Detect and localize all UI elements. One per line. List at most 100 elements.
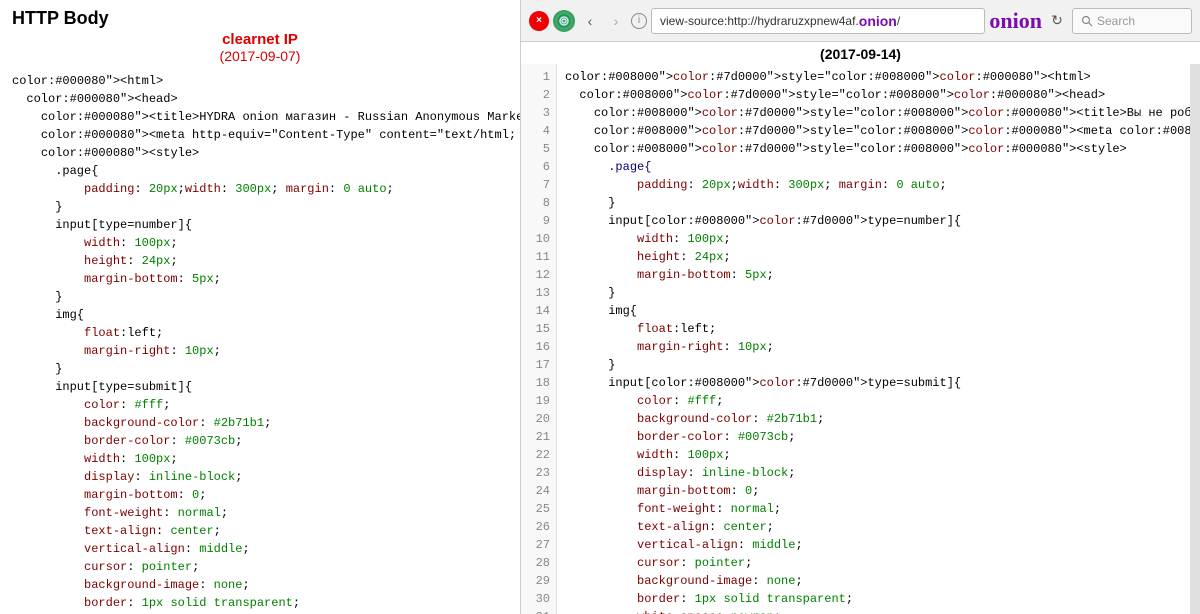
- search-icon: [1081, 15, 1093, 27]
- info-button[interactable]: i: [631, 13, 647, 29]
- line-number: 24: [521, 482, 550, 500]
- left-code-line: cursor: pointer;: [12, 558, 508, 576]
- line-number: 18: [521, 374, 550, 392]
- left-code-line: display: inline-block;: [12, 468, 508, 486]
- line-number: 13: [521, 284, 550, 302]
- right-code-line: display: inline-block;: [565, 464, 1182, 482]
- left-code-line: border: 1px solid transparent;: [12, 594, 508, 612]
- line-number: 20: [521, 410, 550, 428]
- right-code-line: img{: [565, 302, 1182, 320]
- right-code-line: background-color: #2b71b1;: [565, 410, 1182, 428]
- right-code-line: width: 100px;: [565, 446, 1182, 464]
- left-code-block: color:#000080"><html> color:#000080"><he…: [0, 68, 520, 614]
- right-code-line: vertical-align: middle;: [565, 536, 1182, 554]
- right-code-wrapper: 1234567891011121314151617181920212223242…: [521, 64, 1200, 614]
- left-code-line: margin-bottom: 0;: [12, 486, 508, 504]
- line-number: 19: [521, 392, 550, 410]
- refresh-button[interactable]: ↻: [1046, 10, 1068, 32]
- left-code-line: }: [12, 198, 508, 216]
- line-numbers: 1234567891011121314151617181920212223242…: [521, 64, 557, 614]
- right-code-line: color:#008000">color:#7d0000">style="col…: [565, 122, 1182, 140]
- right-code-line: border-color: #0073cb;: [565, 428, 1182, 446]
- line-number: 28: [521, 554, 550, 572]
- line-number: 4: [521, 122, 550, 140]
- line-number: 27: [521, 536, 550, 554]
- right-code-line: height: 24px;: [565, 248, 1182, 266]
- left-code-line: color:#000080"><title>HYDRA onion магази…: [12, 108, 508, 126]
- right-code-line: margin-right: 10px;: [565, 338, 1182, 356]
- onion-label: onion: [989, 8, 1042, 34]
- right-code-line: }: [565, 194, 1182, 212]
- line-number: 23: [521, 464, 550, 482]
- url-onion: onion: [859, 13, 897, 29]
- line-number: 11: [521, 248, 550, 266]
- line-number: 6: [521, 158, 550, 176]
- line-number: 14: [521, 302, 550, 320]
- line-number: 17: [521, 356, 550, 374]
- back-button[interactable]: ‹: [579, 10, 601, 32]
- line-number: 21: [521, 428, 550, 446]
- right-code-line: cursor: pointer;: [565, 554, 1182, 572]
- left-code-line: width: 100px;: [12, 450, 508, 468]
- left-date: (2017-09-07): [12, 48, 508, 64]
- right-code-line: margin-bottom: 5px;: [565, 266, 1182, 284]
- line-number: 15: [521, 320, 550, 338]
- line-number: 10: [521, 230, 550, 248]
- code-area: color:#008000">color:#7d0000">style="col…: [557, 64, 1190, 614]
- right-panel: × ‹ › i view-source:http://hydraruzxpnew…: [520, 0, 1200, 614]
- right-header-area: (2017-09-14): [521, 42, 1200, 64]
- right-date: (2017-09-14): [820, 46, 901, 62]
- left-code-line: .page{: [12, 162, 508, 180]
- right-code-line: border: 1px solid transparent;: [565, 590, 1182, 608]
- left-code-line: background-image: none;: [12, 576, 508, 594]
- right-code-line: white-space: nowrap;: [565, 608, 1182, 614]
- left-code-line: font-weight: normal;: [12, 504, 508, 522]
- right-main: (2017-09-14) 123456789101112131415161718…: [521, 42, 1200, 614]
- left-panel: HTTP Body clearnet IP (2017-09-07) color…: [0, 0, 520, 614]
- forward-button: ›: [605, 10, 627, 32]
- tor-button[interactable]: [553, 10, 575, 32]
- line-number: 2: [521, 86, 550, 104]
- url-bar[interactable]: view-source:http://hydraruzxpnew4af.onio…: [651, 8, 985, 34]
- url-text: view-source:http://hydraruzxpnew4af.: [660, 14, 859, 28]
- line-number: 31: [521, 608, 550, 614]
- right-code-line: background-image: none;: [565, 572, 1182, 590]
- line-number: 9: [521, 212, 550, 230]
- left-code-line: }: [12, 288, 508, 306]
- left-code-line: color: #fff;: [12, 396, 508, 414]
- right-code-line: color:#008000">color:#7d0000">style="col…: [565, 104, 1182, 122]
- right-code-line: color:#008000">color:#7d0000">style="col…: [565, 86, 1182, 104]
- line-number: 3: [521, 104, 550, 122]
- right-code-line: color: #fff;: [565, 392, 1182, 410]
- left-code-line: }: [12, 360, 508, 378]
- line-number: 26: [521, 518, 550, 536]
- line-number: 7: [521, 176, 550, 194]
- right-code-line: input[color:#008000">color:#7d0000">type…: [565, 374, 1182, 392]
- right-code-line: padding: 20px;width: 300px; margin: 0 au…: [565, 176, 1182, 194]
- right-code-line: text-align: center;: [565, 518, 1182, 536]
- left-code-line: padding: 20px;width: 300px; margin: 0 au…: [12, 180, 508, 198]
- line-number: 30: [521, 590, 550, 608]
- left-code-line: float:left;: [12, 324, 508, 342]
- left-code-line: background-color: #2b71b1;: [12, 414, 508, 432]
- left-code-line: vertical-align: middle;: [12, 540, 508, 558]
- scrollbar[interactable]: [1190, 64, 1200, 614]
- left-code-line: margin-bottom: 5px;: [12, 270, 508, 288]
- left-code-line: border-color: #0073cb;: [12, 432, 508, 450]
- line-number: 1: [521, 68, 550, 86]
- left-code-line: color:#000080"><meta http-equiv="Content…: [12, 126, 508, 144]
- search-bar[interactable]: Search: [1072, 8, 1192, 34]
- browser-chrome: × ‹ › i view-source:http://hydraruzxpnew…: [521, 0, 1200, 42]
- right-code-line: .page{: [565, 158, 1182, 176]
- stop-button[interactable]: ×: [529, 11, 549, 31]
- left-code-line: text-align: center;: [12, 522, 508, 540]
- line-number: 5: [521, 140, 550, 158]
- right-code-line: font-weight: normal;: [565, 500, 1182, 518]
- line-number: 12: [521, 266, 550, 284]
- right-code-line: }: [565, 356, 1182, 374]
- search-placeholder: Search: [1097, 14, 1135, 28]
- line-number: 25: [521, 500, 550, 518]
- right-code-line: float:left;: [565, 320, 1182, 338]
- left-code-line: color:#000080"><head>: [12, 90, 508, 108]
- left-title: HTTP Body: [12, 8, 109, 29]
